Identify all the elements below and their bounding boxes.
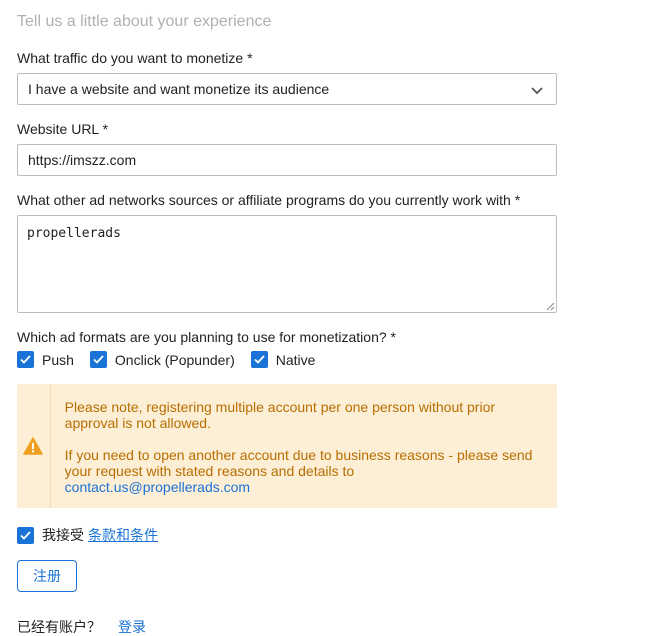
warning-notice: Please note, registering multiple accoun… (17, 384, 557, 508)
register-button[interactable]: 注册 (17, 560, 77, 592)
traffic-selected-value: I have a website and want monetize its a… (28, 81, 330, 97)
traffic-select[interactable]: I have a website and want monetize its a… (17, 73, 557, 105)
format-native-label: Native (275, 351, 316, 368)
ad-networks-label: What other ad networks sources or affili… (17, 192, 521, 208)
ad-formats-group: Push Onclick (Popunder) Native (17, 351, 331, 368)
checkmark-icon (17, 351, 34, 368)
login-link[interactable]: 登录 (118, 617, 146, 636)
format-push-checkbox[interactable]: Push (17, 351, 74, 368)
format-push-label: Push (42, 351, 74, 368)
ad-formats-label: Which ad formats are you planning to use… (17, 329, 396, 345)
terms-link[interactable]: 条款和条件 (88, 525, 158, 545)
support-email-link[interactable]: contact.us@propellerads.com (65, 479, 250, 495)
terms-checkbox[interactable] (17, 526, 34, 544)
notice-text-request: If you need to open another account due … (64, 447, 533, 479)
resize-handle-icon[interactable] (545, 301, 555, 311)
format-onclick-label: Onclick (Popunder) (114, 351, 235, 368)
section-heading: Tell us a little about your experience (17, 13, 272, 30)
notice-text-multiple-accounts: Please note, registering multiple accoun… (64, 399, 496, 431)
terms-row: 我接受 条款和条件 (17, 525, 158, 545)
ad-networks-textarea[interactable]: propellerads (17, 215, 557, 313)
checkmark-icon (89, 351, 107, 368)
traffic-label: What traffic do you want to monetize * (17, 50, 253, 66)
website-url-input[interactable] (17, 144, 557, 176)
format-onclick-checkbox[interactable]: Onclick (Popunder) (89, 351, 235, 368)
checkmark-icon (20, 530, 31, 540)
warning-icon (23, 437, 44, 455)
have-account-text: 已经有账户？ (17, 619, 101, 635)
website-url-label: Website URL * (17, 121, 109, 137)
format-native-checkbox[interactable]: Native (250, 351, 316, 368)
terms-prefix: 我接受 (42, 527, 84, 543)
chevron-down-icon (531, 87, 543, 95)
checkmark-icon (250, 351, 268, 368)
